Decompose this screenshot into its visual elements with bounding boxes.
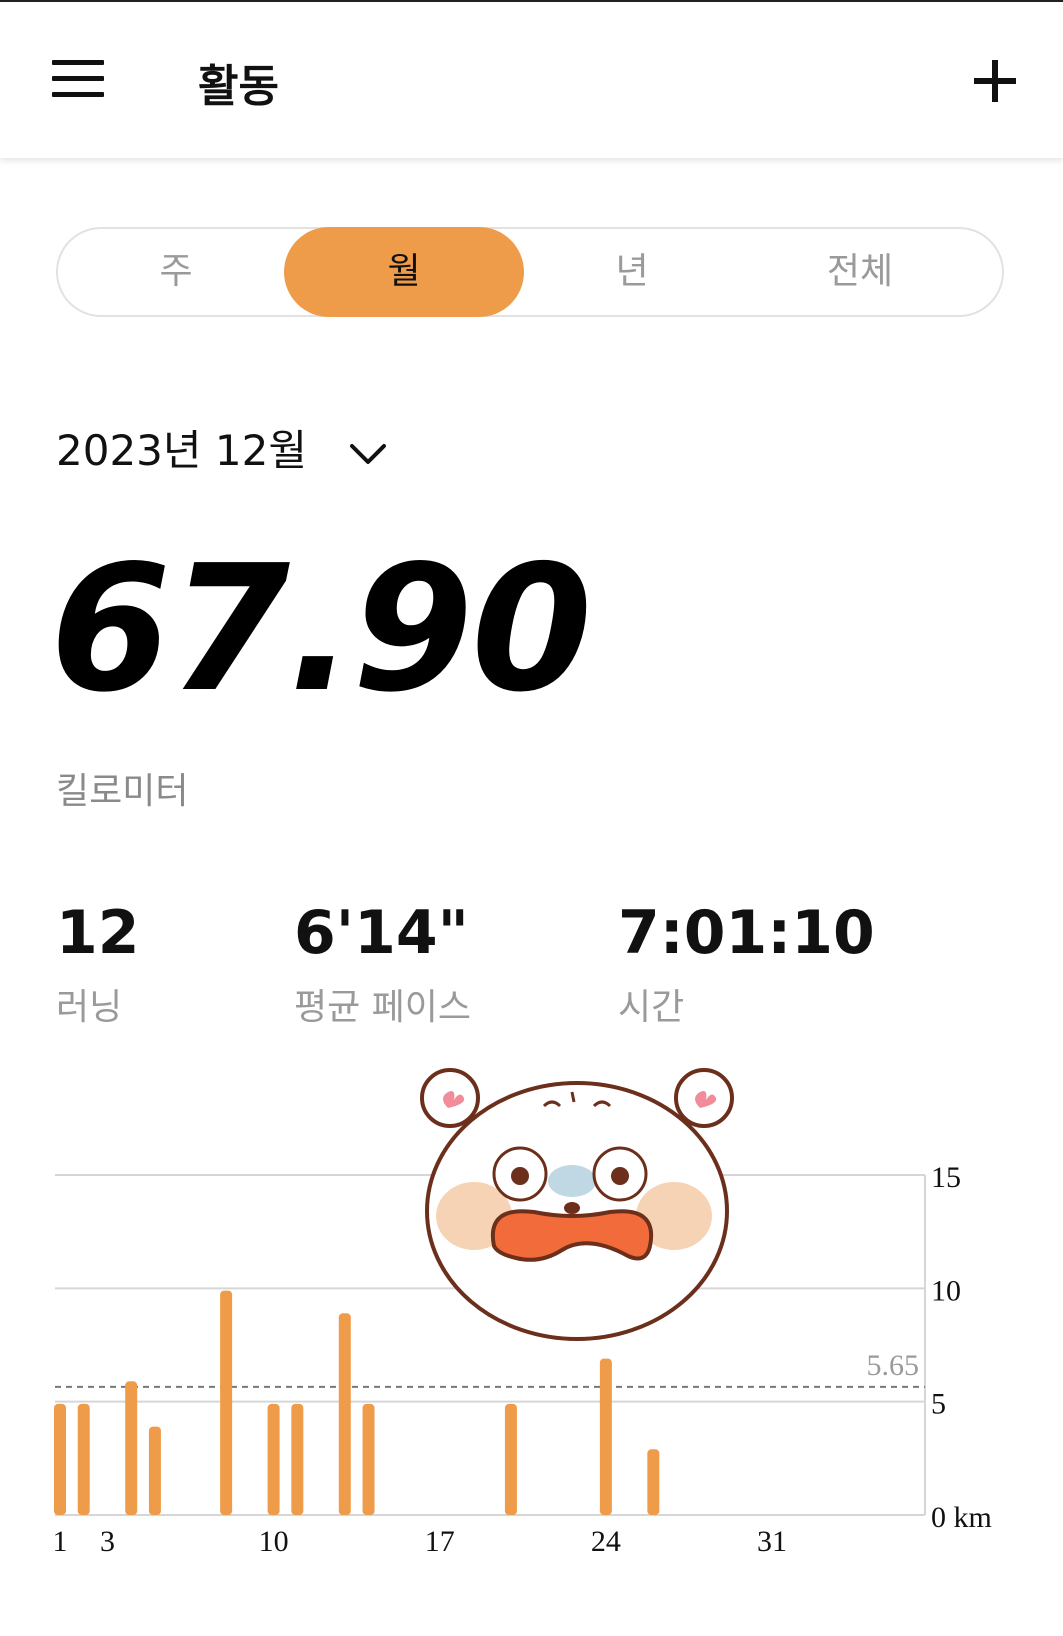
x-tick-label: 17: [425, 1525, 455, 1558]
chart-bar: [362, 1403, 375, 1515]
x-tick-label: 24: [591, 1525, 621, 1558]
bear-sticker-image: [420, 1068, 734, 1341]
x-tick-label: 3: [100, 1525, 115, 1558]
chart-bar: [647, 1449, 660, 1515]
tab-week[interactable]: 주: [56, 227, 296, 317]
app-bar: 활동: [0, 2, 1063, 158]
plus-icon[interactable]: [974, 60, 1016, 102]
x-tick-label: 1: [53, 1525, 68, 1558]
y-tick-label: 15: [931, 1161, 961, 1194]
average-pace-label: 평균 페이스: [294, 987, 472, 1028]
chart-bar: [504, 1403, 517, 1515]
y-tick-label: 5: [931, 1388, 946, 1421]
chart-bar: [267, 1403, 280, 1515]
distance-unit: 킬로미터: [56, 771, 189, 812]
total-time: 7:01:10: [618, 898, 875, 968]
total-distance: 67.90: [50, 528, 592, 731]
y-tick-label: 0 km: [931, 1501, 992, 1534]
runs-count: 12: [56, 898, 140, 968]
y-tick-label: 10: [931, 1274, 961, 1307]
chart-bar: [220, 1290, 233, 1515]
chart-bar: [148, 1426, 161, 1515]
tab-all[interactable]: 전체: [740, 227, 980, 317]
chart-bar: [599, 1358, 612, 1515]
runs-label: 러닝: [56, 987, 123, 1028]
chart-bar: [125, 1381, 138, 1515]
chevron-down-icon: [350, 444, 386, 464]
x-tick-label: 31: [757, 1525, 787, 1558]
total-time-label: 시간: [618, 987, 685, 1028]
chart-bar: [291, 1403, 304, 1515]
month-selector[interactable]: 2023년 12월: [56, 424, 386, 478]
average-label: 5.65: [867, 1349, 920, 1382]
tab-month[interactable]: 월: [284, 227, 524, 317]
month-label: 2023년 12월: [56, 426, 307, 475]
x-tick-label: 10: [259, 1525, 289, 1558]
average-pace: 6'14": [294, 898, 469, 968]
chart-bar: [54, 1403, 66, 1515]
menu-icon[interactable]: [52, 60, 104, 98]
page-title: 활동: [198, 61, 279, 112]
tab-year[interactable]: 년: [512, 227, 752, 317]
period-segmented-control: 주 월 년 전체: [56, 227, 1004, 317]
chart-bar: [338, 1313, 351, 1515]
chart-bar: [77, 1403, 90, 1515]
